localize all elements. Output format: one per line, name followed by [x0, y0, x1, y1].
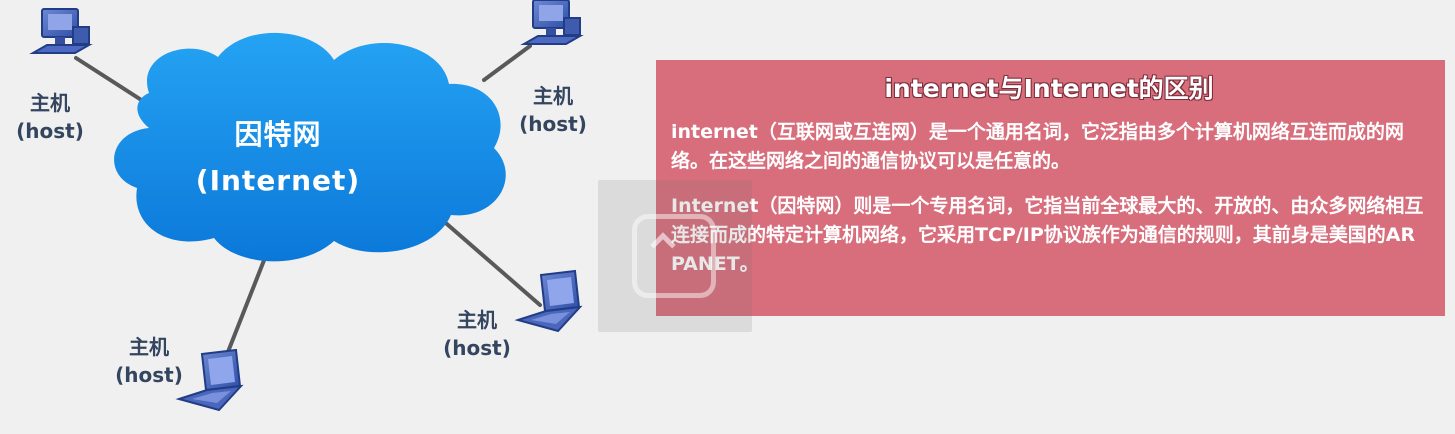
internet-specific-definition: Internet（因特网）则是一个专用名词，它指当前全球最大的、开放的、由众多网…	[671, 195, 1424, 275]
cloud-subtitle: (Internet)	[195, 164, 361, 197]
internet-definition-panel: internet与Internet的区别 internet（互联网或互连网）是一…	[656, 60, 1445, 316]
cloud-title: 因特网	[234, 118, 322, 151]
host-label-bottom-right: 主机 (host)	[422, 306, 532, 362]
screen-overlay-icon[interactable]	[632, 214, 716, 298]
host-label-bottom-left: 主机 (host)	[94, 333, 204, 389]
host-type: (host)	[115, 363, 183, 387]
panel-title: internet与Internet的区别	[884, 74, 1214, 103]
desktop-computer-icon	[29, 8, 93, 54]
screen-overlay[interactable]	[598, 180, 752, 332]
host-name: 主机	[30, 91, 70, 115]
desktop-computer-icon	[520, 0, 584, 45]
host-name: 主机	[457, 308, 497, 332]
host-type: (host)	[519, 112, 587, 136]
link-top-right	[482, 44, 532, 82]
host-type: (host)	[443, 336, 511, 360]
host-name: 主机	[533, 84, 573, 108]
internet-general-definition: internet（互联网或互连网）是一个通用名词，它泛指由多个计算机网络互连而成…	[671, 121, 1404, 172]
link-bottom-right	[438, 216, 542, 307]
host-label-top-right: 主机 (host)	[498, 82, 608, 138]
host-label-top-left: 主机 (host)	[0, 89, 105, 145]
cloud-label: 因特网 (Internet)	[178, 112, 378, 204]
host-type: (host)	[16, 119, 84, 143]
host-name: 主机	[129, 335, 169, 359]
